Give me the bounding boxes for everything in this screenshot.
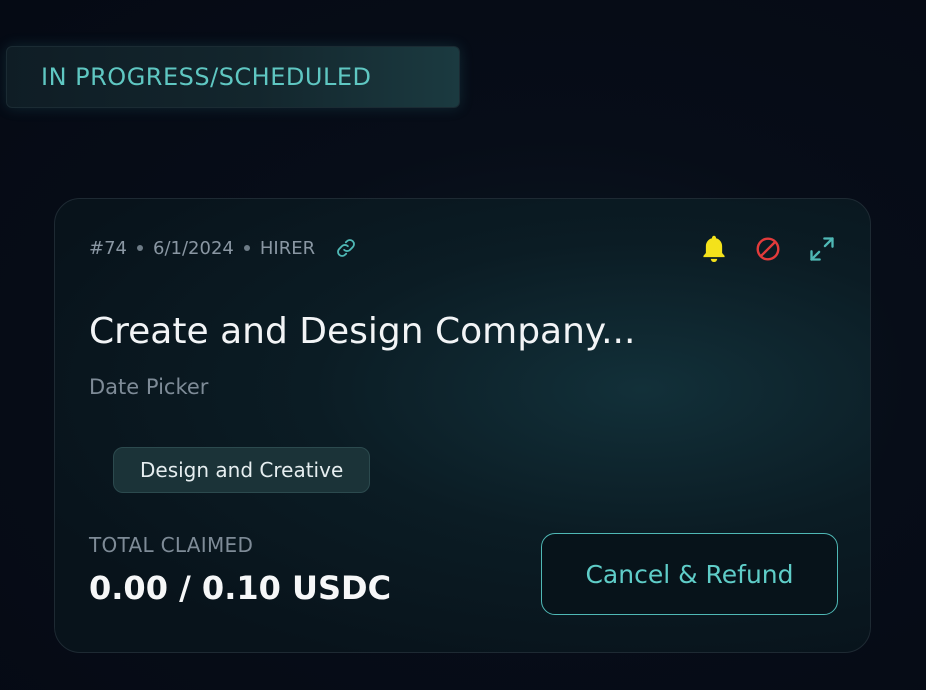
job-card: #74 6/1/2024 HIRER Create and Design Com… (54, 198, 871, 653)
category-tag-label: Design and Creative (140, 458, 344, 482)
status-tab-label: IN PROGRESS/SCHEDULED (41, 63, 372, 91)
expand-icon[interactable] (806, 233, 838, 265)
block-icon[interactable] (752, 233, 784, 265)
total-claimed-label: TOTAL CLAIMED (89, 533, 254, 557)
job-subtitle: Date Picker (89, 375, 209, 399)
card-actions (698, 233, 838, 265)
job-meta: #74 6/1/2024 HIRER (89, 237, 357, 259)
category-tag: Design and Creative (113, 447, 371, 493)
bell-icon[interactable] (698, 233, 730, 265)
link-icon[interactable] (335, 237, 357, 259)
separator-dot (137, 245, 143, 251)
job-title: Create and Design Company... (89, 311, 636, 352)
total-claimed-value: 0.00 / 0.10 USDC (89, 569, 392, 607)
job-date: 6/1/2024 (153, 237, 234, 259)
status-tab[interactable]: IN PROGRESS/SCHEDULED (6, 46, 460, 108)
job-role: HIRER (259, 237, 316, 259)
separator-dot (243, 245, 250, 251)
cancel-refund-button[interactable]: Cancel & Refund (541, 533, 838, 615)
page: IN PROGRESS/SCHEDULED #74 6/1/2024 HIRER (0, 0, 926, 690)
job-id: #74 (89, 237, 127, 259)
